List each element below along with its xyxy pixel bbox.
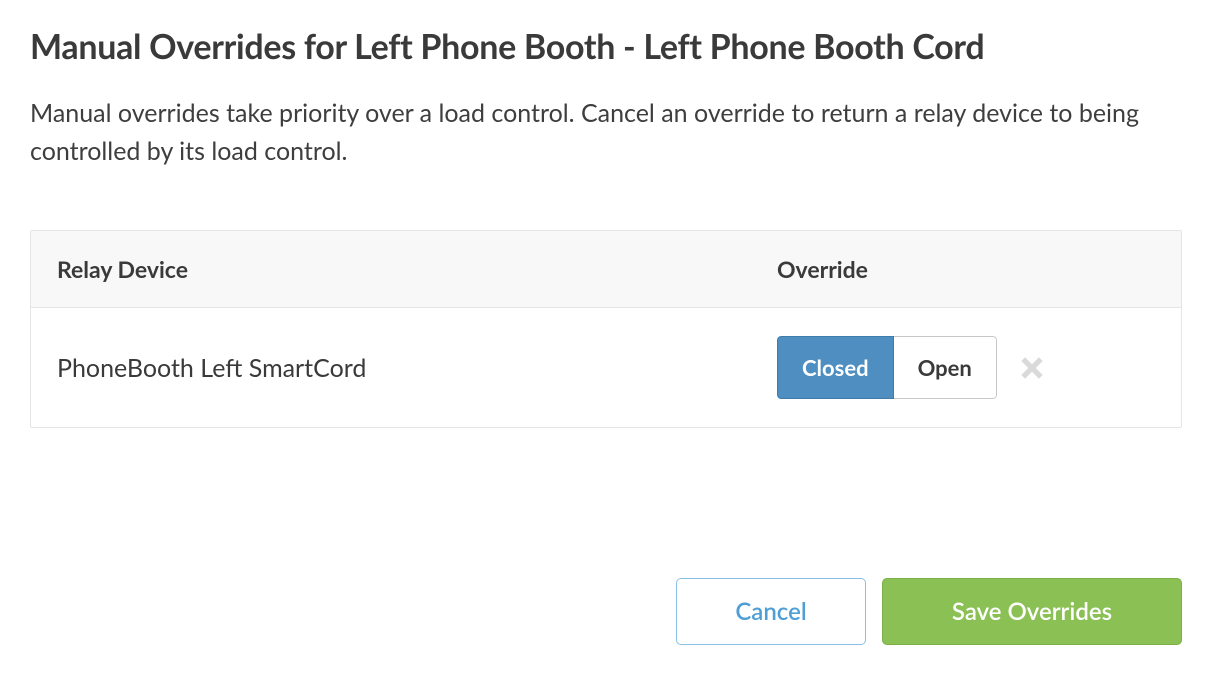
dialog-footer: Cancel Save Overrides [30,578,1182,645]
table-row: PhoneBooth Left SmartCord Closed Open [31,308,1181,427]
table-header: Relay Device Override [31,231,1181,308]
column-header-override: Override [777,255,1155,283]
cancel-button[interactable]: Cancel [676,578,866,645]
save-overrides-button[interactable]: Save Overrides [882,578,1182,645]
override-toggle-group: Closed Open [777,336,997,399]
override-closed-button[interactable]: Closed [777,336,894,399]
override-controls: Closed Open [777,336,1155,399]
clear-override-button[interactable] [1015,351,1049,385]
overrides-table: Relay Device Override PhoneBooth Left Sm… [30,230,1182,428]
dialog-title: Manual Overrides for Left Phone Booth - … [30,26,1180,67]
close-icon [1017,353,1047,383]
override-open-button[interactable]: Open [894,336,997,399]
dialog-description: Manual overrides take priority over a lo… [30,95,1160,170]
relay-device-name: PhoneBooth Left SmartCord [57,353,777,383]
column-header-device: Relay Device [57,255,777,283]
